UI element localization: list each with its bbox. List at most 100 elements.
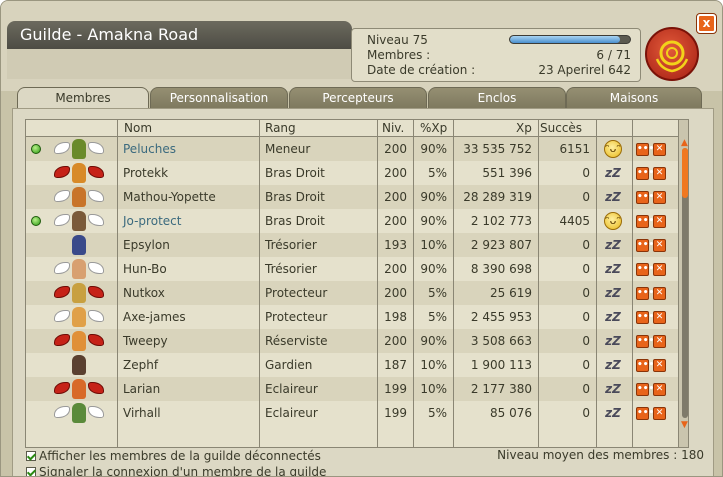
tab-maisons[interactable]: Maisons bbox=[566, 87, 702, 109]
member-name[interactable]: Epsylon bbox=[123, 233, 170, 257]
avatar[interactable] bbox=[52, 403, 106, 423]
table-row[interactable]: Hun-Bo Trésorier 200 90% 8 390 698 0 zZ ••• ✕ bbox=[26, 257, 678, 281]
table-row[interactable]: Zephf Gardien 187 10% 1 900 113 0 zZ ••• ✕ bbox=[26, 353, 678, 377]
guild-xp-bar bbox=[509, 35, 631, 44]
member-name[interactable]: Larian bbox=[123, 377, 160, 401]
member-xp: 2 923 807 bbox=[470, 238, 532, 252]
member-name[interactable]: Jo-protect bbox=[123, 209, 181, 233]
table-row[interactable]: Virhall Eclaireur 199 5% 85 076 0 zZ ••• ✕ bbox=[26, 401, 678, 425]
avatar[interactable] bbox=[52, 331, 106, 351]
kick-button[interactable]: ✕ bbox=[653, 191, 666, 204]
close-button[interactable]: x bbox=[697, 14, 716, 33]
col-header-niv[interactable]: Niv. bbox=[382, 120, 404, 136]
show-offline-option[interactable]: Afficher les membres de la guilde déconn… bbox=[26, 448, 321, 464]
wing-left-icon bbox=[54, 310, 70, 322]
kick-button[interactable]: ✕ bbox=[653, 407, 666, 420]
wing-left-icon bbox=[54, 382, 70, 394]
avatar[interactable] bbox=[52, 163, 106, 183]
zzz-icon: zZ bbox=[605, 382, 621, 396]
kick-button[interactable]: ✕ bbox=[653, 311, 666, 324]
kick-button[interactable]: ✕ bbox=[653, 215, 666, 228]
member-xp-percent: 10% bbox=[420, 358, 447, 372]
character-icon bbox=[72, 355, 86, 375]
table-row[interactable]: Protekk Bras Droit 200 5% 551 396 0 zZ ••• ✕ bbox=[26, 161, 678, 185]
kick-button[interactable]: ✕ bbox=[653, 263, 666, 276]
tab-percepteurs[interactable]: Percepteurs bbox=[289, 87, 427, 109]
more-button[interactable]: ••• bbox=[636, 407, 654, 420]
avatar[interactable] bbox=[52, 187, 106, 207]
more-button[interactable]: ••• bbox=[636, 311, 654, 324]
avatar[interactable] bbox=[52, 379, 106, 399]
table-row[interactable]: Nutkox Protecteur 200 5% 25 619 0 zZ ••• ✕ bbox=[26, 281, 678, 305]
table-row[interactable]: Peluches Meneur 200 90% 33 535 752 6151 ᵔᴗᵔ •••… bbox=[26, 137, 678, 161]
col-header-rang[interactable]: Rang bbox=[265, 120, 296, 136]
more-button[interactable]: ••• bbox=[636, 287, 654, 300]
member-name[interactable]: Peluches bbox=[123, 137, 176, 161]
kick-button[interactable]: ✕ bbox=[653, 239, 666, 252]
avatar[interactable] bbox=[52, 355, 106, 375]
member-name[interactable]: Hun-Bo bbox=[123, 257, 167, 281]
avatar[interactable] bbox=[52, 235, 106, 255]
member-name[interactable]: Tweepy bbox=[123, 329, 168, 353]
avatar[interactable] bbox=[52, 283, 106, 303]
kick-button[interactable]: ✕ bbox=[653, 287, 666, 300]
scroll-thumb[interactable] bbox=[682, 148, 688, 198]
col-header-succes[interactable]: Succès bbox=[540, 120, 582, 136]
table-row[interactable]: Larian Eclaireur 199 10% 2 177 380 0 zZ ••• ✕ bbox=[26, 377, 678, 401]
more-button[interactable]: ••• bbox=[636, 359, 654, 372]
table-row[interactable]: Epsylon Trésorier 193 10% 2 923 807 0 zZ ••• ✕ bbox=[26, 233, 678, 257]
more-button[interactable]: ••• bbox=[636, 191, 654, 204]
more-button[interactable]: ••• bbox=[636, 215, 654, 228]
kick-button[interactable]: ✕ bbox=[653, 359, 666, 372]
show-offline-checkbox[interactable] bbox=[26, 451, 36, 461]
scroll-track[interactable] bbox=[682, 148, 688, 418]
member-name[interactable]: Nutkox bbox=[123, 281, 165, 305]
member-name[interactable]: Mathou-Yopette bbox=[123, 185, 216, 209]
zzz-icon: zZ bbox=[605, 286, 621, 300]
col-header-xp[interactable]: Xp bbox=[516, 120, 532, 136]
member-succes: 0 bbox=[582, 238, 590, 252]
wing-right-icon bbox=[88, 214, 104, 226]
more-button[interactable]: ••• bbox=[636, 167, 654, 180]
avatar[interactable] bbox=[52, 211, 106, 231]
avatar[interactable] bbox=[52, 139, 106, 159]
guild-emblem-icon[interactable] bbox=[645, 27, 699, 81]
more-button[interactable]: ••• bbox=[636, 143, 654, 156]
more-button[interactable]: ••• bbox=[636, 335, 654, 348]
member-rank: Réserviste bbox=[265, 334, 328, 348]
scroll-down-icon[interactable]: ▼ bbox=[679, 420, 688, 430]
member-xp: 1 900 113 bbox=[470, 358, 532, 372]
col-header-nom[interactable]: Nom bbox=[124, 120, 152, 136]
notify-login-option[interactable]: Signaler la connexion d'un membre de la … bbox=[26, 464, 326, 476]
scroll-up-icon[interactable]: ▲ bbox=[679, 138, 688, 148]
member-rank: Trésorier bbox=[265, 262, 317, 276]
kick-button[interactable]: ✕ bbox=[653, 335, 666, 348]
members-scrollbar[interactable]: ▲ ▼ bbox=[678, 120, 688, 447]
members-count: 6 / 71 bbox=[596, 48, 631, 62]
member-name[interactable]: Zephf bbox=[123, 353, 158, 377]
tab-enclos[interactable]: Enclos bbox=[428, 87, 566, 109]
kick-button[interactable]: ✕ bbox=[653, 143, 666, 156]
more-button[interactable]: ••• bbox=[636, 263, 654, 276]
member-xp: 33 535 752 bbox=[463, 142, 532, 156]
more-button[interactable]: ••• bbox=[636, 383, 654, 396]
table-row[interactable]: Tweepy Réserviste 200 90% 3 508 663 0 zZ ••• ✕ bbox=[26, 329, 678, 353]
member-name[interactable]: Virhall bbox=[123, 401, 161, 425]
member-name[interactable]: Protekk bbox=[123, 161, 168, 185]
col-header-pxp[interactable]: %Xp bbox=[420, 120, 447, 136]
member-name[interactable]: Axe-james bbox=[123, 305, 186, 329]
kick-button[interactable]: ✕ bbox=[653, 167, 666, 180]
avatar[interactable] bbox=[52, 259, 106, 279]
table-row[interactable]: Mathou-Yopette Bras Droit 200 90% 28 289 319… bbox=[26, 185, 678, 209]
member-rank: Trésorier bbox=[265, 238, 317, 252]
table-row[interactable]: Jo-protect Bras Droit 200 90% 2 102 773 4405 ᵔ… bbox=[26, 209, 678, 233]
avatar[interactable] bbox=[52, 307, 106, 327]
notify-login-checkbox[interactable] bbox=[26, 467, 36, 476]
more-button[interactable]: ••• bbox=[636, 239, 654, 252]
tab-personnalisation[interactable]: Personnalisation bbox=[150, 87, 288, 109]
member-xp-percent: 90% bbox=[420, 262, 447, 276]
member-rank: Eclaireur bbox=[265, 406, 318, 420]
creation-label: Date de création : bbox=[367, 63, 476, 77]
kick-button[interactable]: ✕ bbox=[653, 383, 666, 396]
table-row[interactable]: Axe-james Protecteur 198 5% 2 455 953 0 zZ ••• ✕ bbox=[26, 305, 678, 329]
